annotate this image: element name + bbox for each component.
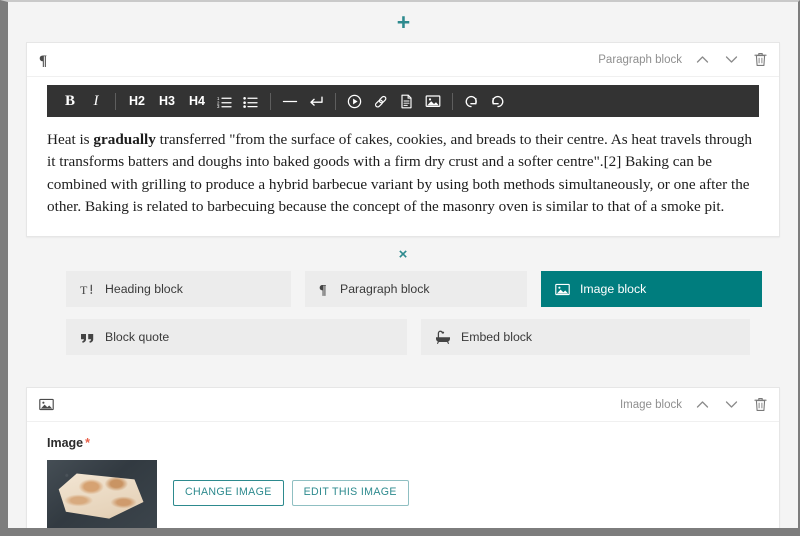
- svg-text:T: T: [80, 283, 88, 296]
- ordered-list-icon[interactable]: 1 2 3: [212, 85, 238, 117]
- move-down-button[interactable]: [725, 55, 738, 64]
- toolbar-separator: [115, 93, 116, 110]
- required-asterisk: *: [85, 436, 90, 450]
- bold-button[interactable]: B: [57, 85, 83, 117]
- picture-icon: [39, 398, 54, 411]
- italic-button[interactable]: I: [83, 85, 109, 117]
- image-block-card: Image block Image*: [26, 387, 780, 528]
- block-option-paragraph-block[interactable]: ¶ Paragraph block: [305, 271, 527, 307]
- image-thumbnail[interactable]: [47, 460, 157, 528]
- pilcrow-icon: ¶: [39, 52, 52, 67]
- delete-block-button[interactable]: [754, 52, 767, 67]
- paragraph-block-header: ¶ Paragraph block: [27, 43, 779, 77]
- block-option-label: Heading block: [105, 282, 183, 296]
- block-option-label: Paragraph block: [340, 282, 430, 296]
- plus-icon[interactable]: +: [397, 11, 409, 34]
- image-block-type-label: Image block: [620, 399, 682, 411]
- quote-icon: [80, 331, 95, 344]
- undo-icon[interactable]: [459, 85, 485, 117]
- title-icon: T: [80, 283, 95, 296]
- document-icon[interactable]: [394, 85, 420, 117]
- block-picker-close-row: ×: [8, 237, 798, 271]
- svg-text:¶: ¶: [39, 53, 47, 67]
- image-field-label: Image*: [47, 436, 759, 450]
- toolbar-separator: [452, 93, 453, 110]
- image-field-row: CHANGE IMAGE EDIT THIS IMAGE: [47, 460, 759, 528]
- rich-text-toolbar: B I H2 H3 H4 1 2 3: [47, 85, 759, 117]
- delete-block-button[interactable]: [754, 397, 767, 412]
- svg-text:3: 3: [217, 104, 220, 108]
- redo-icon[interactable]: [485, 85, 511, 117]
- bulleted-list-icon[interactable]: [238, 85, 264, 117]
- heading-2-button[interactable]: H2: [122, 85, 152, 117]
- change-image-button[interactable]: CHANGE IMAGE: [173, 480, 284, 506]
- heading-4-button[interactable]: H4: [182, 85, 212, 117]
- block-option-label: Block quote: [105, 330, 169, 344]
- image-icon[interactable]: [420, 85, 446, 117]
- block-option-label: Image block: [580, 282, 646, 296]
- block-picker-row: T Heading block ¶ Paragraph block: [66, 271, 740, 307]
- paragraph-block-type-label: Paragraph block: [598, 54, 682, 66]
- image-action-buttons: CHANGE IMAGE EDIT THIS IMAGE: [173, 460, 409, 506]
- pilcrow-icon: ¶: [319, 282, 330, 296]
- link-icon[interactable]: [368, 85, 394, 117]
- horizontal-rule-icon[interactable]: [277, 85, 303, 117]
- block-picker-row: Block quote Embed block: [66, 319, 740, 355]
- block-picker: T Heading block ¶ Paragraph block: [8, 271, 798, 387]
- toolbar-separator: [335, 93, 336, 110]
- move-down-button[interactable]: [725, 400, 738, 409]
- toolbar-separator: [270, 93, 271, 110]
- add-block-bar: +: [8, 2, 798, 42]
- embed-icon[interactable]: [342, 85, 368, 117]
- block-option-label: Embed block: [461, 330, 532, 344]
- streamfield-editor: + ¶ Paragraph block: [8, 2, 798, 528]
- block-option-heading-block[interactable]: T Heading block: [66, 271, 291, 307]
- line-break-icon[interactable]: [303, 85, 329, 117]
- picture-icon: [555, 283, 570, 296]
- paragraph-rich-text-body[interactable]: Heat is gradually transferred "from the …: [27, 117, 779, 236]
- heading-3-button[interactable]: H3: [152, 85, 182, 117]
- move-up-button[interactable]: [696, 55, 709, 64]
- image-block-header: Image block: [27, 388, 779, 422]
- close-icon[interactable]: ×: [399, 247, 408, 262]
- image-field-label-text: Image: [47, 436, 83, 450]
- media-bathtub-icon: [435, 330, 451, 344]
- block-option-image-block[interactable]: Image block: [541, 271, 762, 307]
- move-up-button[interactable]: [696, 400, 709, 409]
- paragraph-block-card: ¶ Paragraph block B I: [26, 42, 780, 237]
- block-option-block-quote[interactable]: Block quote: [66, 319, 407, 355]
- image-block-body: Image* CHANGE IMAGE EDIT THIS IMAGE: [27, 422, 779, 528]
- svg-text:¶: ¶: [319, 283, 327, 296]
- edit-this-image-button[interactable]: EDIT THIS IMAGE: [292, 480, 409, 506]
- block-option-embed-block[interactable]: Embed block: [421, 319, 750, 355]
